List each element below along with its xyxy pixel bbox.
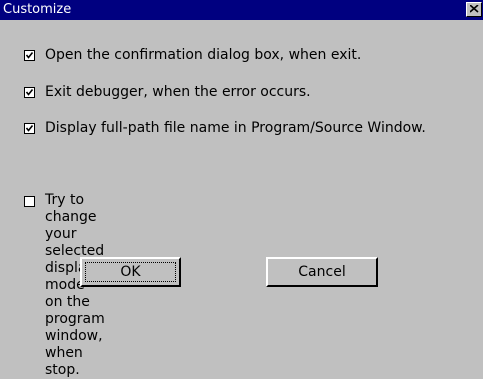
confirm-exit-label: Open the confirmation dialog box, when e…: [45, 47, 362, 63]
ok-button[interactable]: OK: [80, 257, 181, 287]
cancel-button-label: Cancel: [298, 264, 346, 280]
display-mode-checkbox[interactable]: [24, 196, 35, 207]
close-icon: [470, 5, 479, 13]
confirm-exit-checkbox[interactable]: [24, 50, 35, 61]
exit-debugger-checkbox[interactable]: [24, 87, 35, 98]
title-bar[interactable]: Customize: [0, 0, 483, 20]
checkmark-icon: [25, 125, 34, 132]
full-path-checkbox[interactable]: [24, 123, 35, 134]
window-title: Customize: [3, 2, 72, 17]
focus-rectangle: [85, 262, 176, 282]
close-button[interactable]: [466, 2, 482, 17]
exit-debugger-label: Exit debugger, when the error occurs.: [45, 84, 311, 100]
customize-dialog: Customize Open the confirmation dialog b…: [0, 0, 483, 378]
checkmark-icon: [25, 89, 34, 96]
cancel-button[interactable]: Cancel: [266, 257, 378, 287]
checkmark-icon: [25, 52, 34, 59]
full-path-label: Display full-path file name in Program/S…: [45, 120, 426, 136]
